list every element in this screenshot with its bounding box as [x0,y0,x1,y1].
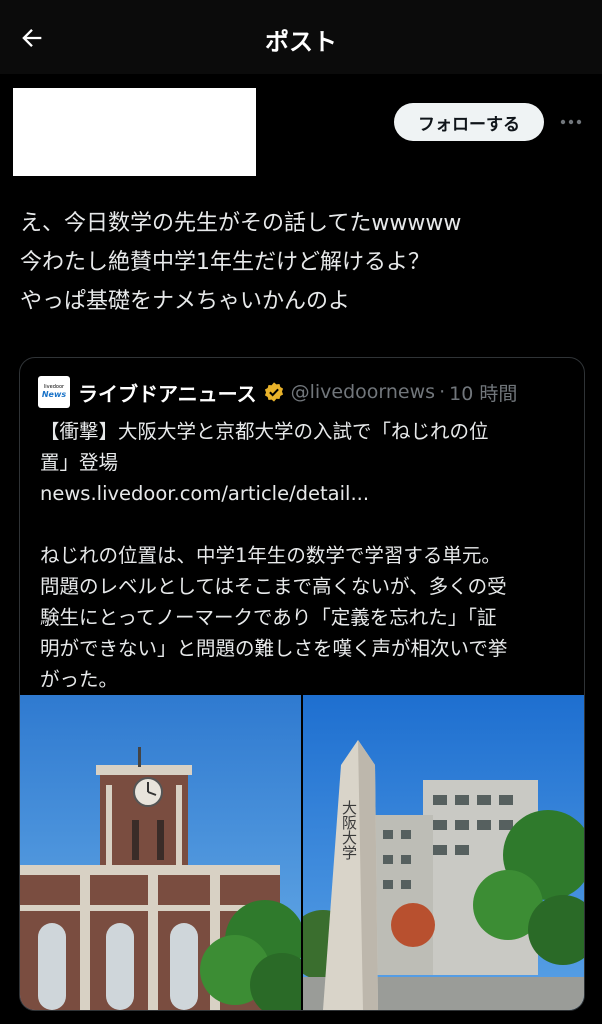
body-line: がった。 [40,668,119,691]
page-title: ポスト [265,28,337,56]
body-line: ねじれの位置は、中学1年生の数学で学習する単元。 [40,544,501,567]
post-text-line: え、今日数学の先生がその話してたwwwww [20,211,462,236]
quoted-author-handle: @livedoornews [290,381,436,403]
headline-line: 置」登場 [40,451,119,474]
clock-tower-photo[interactable] [20,695,301,1010]
article-link[interactable]: news.livedoor.com/article/detail... [40,478,565,509]
post-text: え、今日数学の先生がその話してたwwwww 今わたし絶賛中学1年生だけど解けるよ… [20,204,590,321]
quoted-post-media: 大阪大学 [20,695,584,1010]
post-text-line: やっぱ基礎をナメちゃいかんのよ [20,289,351,314]
quoted-post[interactable]: livedoor News ライブドアニュース @livedoornews · … [19,357,585,1011]
avatar-text-bottom: News [41,390,67,399]
body-line: 明ができない」と問題の難しさを嘆く声が相次いで挙 [40,637,508,660]
quoted-post-header: livedoor News ライブドアニュース @livedoornews · … [38,376,574,408]
quoted-post-time: 10 時間 [449,382,518,405]
stone-monument-illustration: 大阪大学 [303,695,584,1010]
follow-button[interactable]: フォローする [394,103,544,141]
body-line: 問題のレベルとしてはそこまで高くないが、多くの受 [40,575,507,598]
quoted-post-body: 【衝撃】大阪大学と京都大学の入試で「ねじれの位 置」登場 news.livedo… [40,416,565,695]
stone-inscription: 大阪大学 [340,800,358,860]
body-line: 験生にとってノーマークであり「定義を忘れた」「証 [40,606,497,629]
post-text-line: 今わたし絶賛中学1年生だけど解けるよ？ [20,250,430,275]
verified-badge-icon [264,382,283,402]
more-options-button[interactable] [557,106,585,138]
redacted-author-block [13,88,256,176]
separator-dot: · [439,381,446,403]
top-bar: ポスト [0,0,602,74]
stone-monument-photo[interactable]: 大阪大学 [303,695,584,1010]
avatar: livedoor News [38,376,70,408]
quoted-author-name[interactable]: ライブドアニュース [78,378,257,407]
clock-tower-illustration [20,695,301,1010]
more-horizontal-icon [560,119,582,125]
headline-line: 【衝撃】大阪大学と京都大学の入試で「ねじれの位 [40,420,489,443]
